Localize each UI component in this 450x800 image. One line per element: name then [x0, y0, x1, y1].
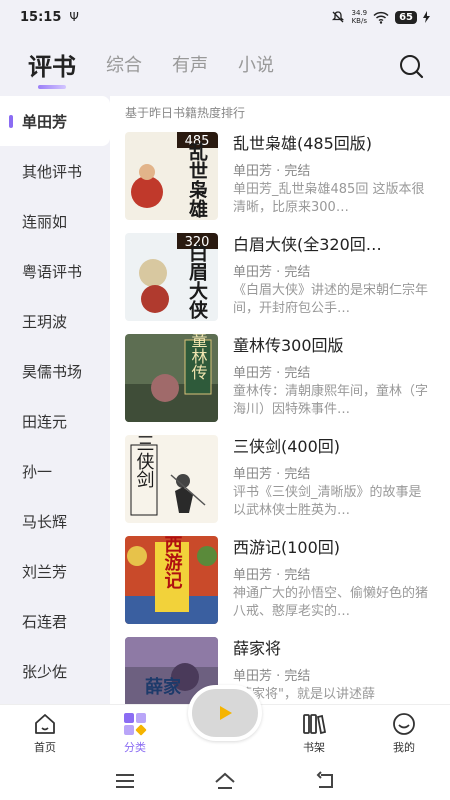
- play-button[interactable]: [188, 685, 262, 741]
- cover-title: 三侠剑: [134, 435, 155, 488]
- status-time: 15:15: [20, 9, 62, 25]
- cover-title: 白眉大侠: [186, 242, 208, 320]
- book-meta: 单田芳 · 完结: [233, 568, 311, 583]
- nav-bookshelf-label: 书架: [303, 741, 325, 754]
- header: 评书 综合 有声 小说: [0, 34, 450, 94]
- book-item[interactable]: 485 乱世枭雄 乱世枭雄(485回版) 单田芳 · 完结 单田芳_乱世枭雄48…: [125, 124, 450, 225]
- sidebar-item-shilianjun[interactable]: 石连君: [0, 596, 110, 646]
- book-desc: "薛家将"，就是以讲述薛: [233, 687, 375, 702]
- battery-indicator: 65: [395, 10, 417, 24]
- sidebar-item-sunyi[interactable]: 孙一: [0, 446, 110, 496]
- book-item[interactable]: 西游记 西游记(100回) 单田芳 · 完结 神通广大的孙悟空、偷懒好色的猪八戒…: [125, 528, 450, 629]
- book-cover: 320 白眉大侠: [125, 233, 218, 321]
- tab-pingshu[interactable]: 评书: [28, 47, 76, 89]
- book-desc: 单田芳_乱世枭雄485回 这版本很清晰，比原来300…: [233, 182, 425, 215]
- nav-bookshelf[interactable]: 书架: [284, 711, 344, 755]
- book-item[interactable]: 320 白眉大侠 白眉大侠(全320回… 单田芳 · 完结 《白眉大侠》讲述的是…: [125, 225, 450, 326]
- charging-icon: [423, 11, 430, 23]
- search-icon[interactable]: [398, 53, 424, 79]
- book-desc: 《白眉大侠》讲述的是宋朝仁宗年间，开封府包公手…: [233, 283, 429, 316]
- book-desc: 评书《三侠剑_清晰版》的故事是以武林侠士胜英为…: [233, 485, 422, 518]
- sidebar-item-liulanfang[interactable]: 刘兰芳: [0, 546, 110, 596]
- bookshelf-icon: [303, 714, 327, 735]
- book-cover: 三侠剑: [125, 435, 218, 523]
- book-cover: 童林传: [125, 334, 218, 422]
- home-icon: [35, 714, 55, 734]
- book-title: 乱世枭雄(485回版): [233, 134, 373, 153]
- sidebar-item-lianliru[interactable]: 连丽如: [0, 196, 110, 246]
- book-desc: 神通广大的孙悟空、偷懒好色的猪八戒、憨厚老实的…: [233, 586, 429, 619]
- tab-yousheng[interactable]: 有声: [172, 51, 208, 77]
- sidebar-item-haoru[interactable]: 昊儒书场: [0, 346, 110, 396]
- menu-icon[interactable]: [113, 769, 137, 793]
- book-item[interactable]: 童林传 童林传300回版 单田芳 · 完结 童林传：清朝康熙年间，童林（字海川）…: [125, 326, 450, 427]
- book-meta: 单田芳 · 完结: [233, 366, 311, 381]
- nav-home-label: 首页: [34, 741, 56, 754]
- play-icon: [220, 706, 232, 720]
- status-bar: 15:15 Ψ 34.9 KB/s 65: [0, 0, 450, 34]
- tab-xiaoshuo[interactable]: 小说: [238, 51, 274, 77]
- system-nav-bar: [0, 762, 450, 800]
- cover-title: 童林传: [189, 334, 208, 380]
- net-speed-unit: KB/s: [351, 17, 367, 25]
- back-icon[interactable]: [313, 769, 337, 793]
- net-speed-value: 34.9: [351, 9, 368, 17]
- book-meta: 单田芳 · 完结: [233, 164, 311, 179]
- book-list: 基于昨日书籍热度排行 485 乱世枭雄 乱世枭雄(485回版) 单田芳 · 完结…: [110, 96, 450, 704]
- sidebar-item-qita[interactable]: 其他评书: [0, 146, 110, 196]
- book-meta: 单田芳 · 完结: [233, 467, 311, 482]
- mute-icon: [332, 11, 345, 23]
- sidebar-item-yueyu[interactable]: 粤语评书: [0, 246, 110, 296]
- book-title: 薛家将: [233, 639, 282, 658]
- category-icon: [124, 713, 147, 736]
- tab-zonghe[interactable]: 综合: [106, 51, 142, 77]
- status-indicators: 34.9 KB/s 65: [331, 9, 430, 25]
- book-title: 童林传300回版: [233, 336, 344, 355]
- book-cover: 485 乱世枭雄: [125, 132, 218, 220]
- book-meta: 单田芳 · 完结: [233, 265, 311, 280]
- nav-profile[interactable]: 我的: [374, 711, 434, 755]
- cover-title: 西游记: [162, 536, 183, 589]
- nav-category-label: 分类: [124, 741, 146, 754]
- book-title: 白眉大侠(全320回…: [233, 235, 382, 254]
- rank-note: 基于昨日书籍热度排行: [125, 106, 246, 120]
- usb-icon: Ψ: [69, 10, 79, 24]
- sidebar-item-wangyuebo[interactable]: 王玥波: [0, 296, 110, 346]
- book-cover: 西游记: [125, 536, 218, 624]
- system-home-icon[interactable]: [213, 769, 237, 793]
- net-speed: 34.9 KB/s: [351, 9, 367, 25]
- sidebar-item-machanghui[interactable]: 马长辉: [0, 496, 110, 546]
- cover-title: 薛家: [145, 676, 182, 698]
- book-title: 西游记(100回): [233, 538, 341, 557]
- sidebar-item-tianlianyuan[interactable]: 田连元: [0, 396, 110, 446]
- cover-title: 乱世枭雄: [186, 142, 209, 218]
- book-meta: 单田芳 · 完结: [233, 669, 311, 684]
- book-desc: 童林传：清朝康熙年间，童林（字海川）因特殊事件…: [233, 384, 429, 417]
- profile-icon: [393, 713, 415, 735]
- book-title: 三侠剑(400回): [233, 437, 341, 456]
- sidebar-item-zhangshaozuo[interactable]: 张少佐: [0, 646, 110, 696]
- nav-category[interactable]: 分类: [105, 711, 165, 755]
- category-sidebar: 单田芳 其他评书 连丽如 粤语评书 王玥波 昊儒书场 田连元 孙一 马长辉 刘兰…: [0, 96, 110, 704]
- wifi-icon: [373, 11, 389, 24]
- book-item[interactable]: 薛家 薛家将 单田芳 · 完结 "薛家将"，就是以讲述薛: [125, 629, 450, 704]
- nav-home[interactable]: 首页: [15, 711, 75, 755]
- book-item[interactable]: 三侠剑 三侠剑(400回) 单田芳 · 完结 评书《三侠剑_清晰版》的故事是以武…: [125, 427, 450, 528]
- sidebar-item-dantianfang[interactable]: 单田芳: [0, 96, 110, 146]
- nav-profile-label: 我的: [393, 741, 415, 754]
